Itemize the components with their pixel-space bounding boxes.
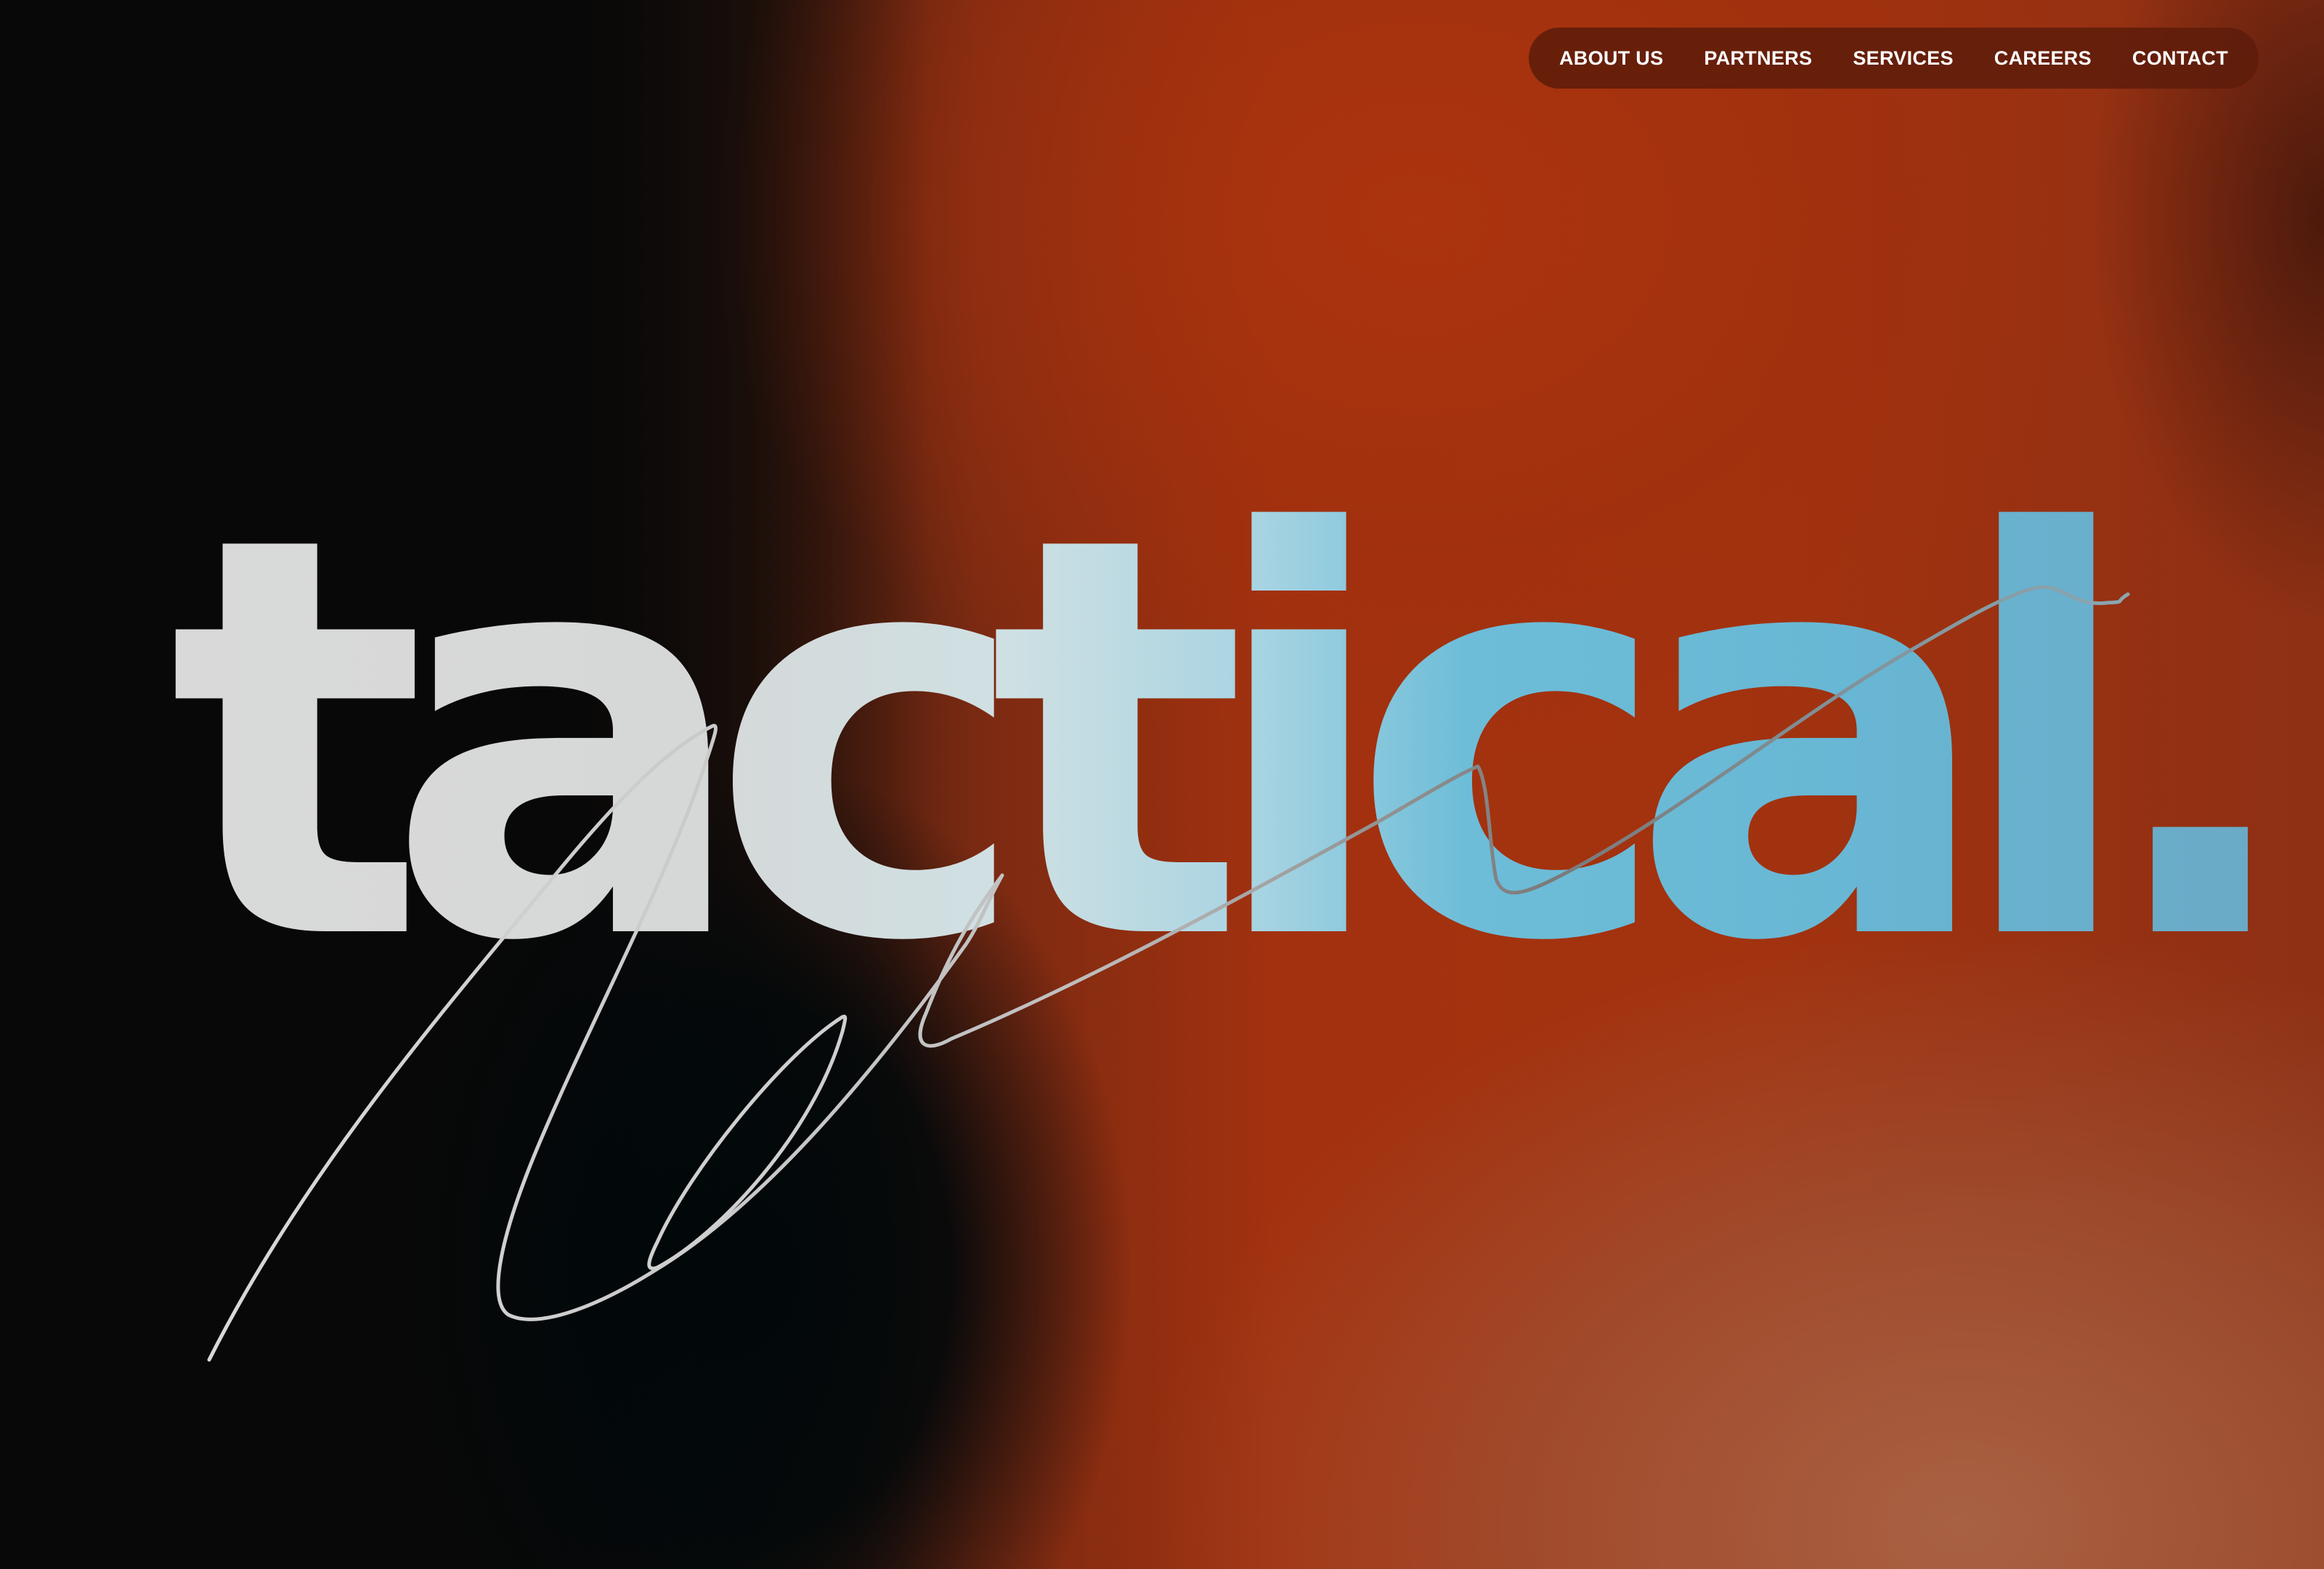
nav-item-careers[interactable]: CAREERS <box>1994 47 2092 70</box>
main-nav: ABOUT US PARTNERS SERVICES CAREERS CONTA… <box>1529 28 2259 89</box>
hero-page: ABOUT US PARTNERS SERVICES CAREERS CONTA… <box>0 0 2324 1569</box>
nav-item-partners[interactable]: PARTNERS <box>1704 47 1812 70</box>
nav-item-services[interactable]: SERVICES <box>1853 47 1953 70</box>
nav-item-about-us[interactable]: ABOUT US <box>1559 47 1663 70</box>
nav-item-contact[interactable]: CONTACT <box>2132 47 2228 70</box>
hero-wordmark: tactical. <box>168 420 2303 1062</box>
